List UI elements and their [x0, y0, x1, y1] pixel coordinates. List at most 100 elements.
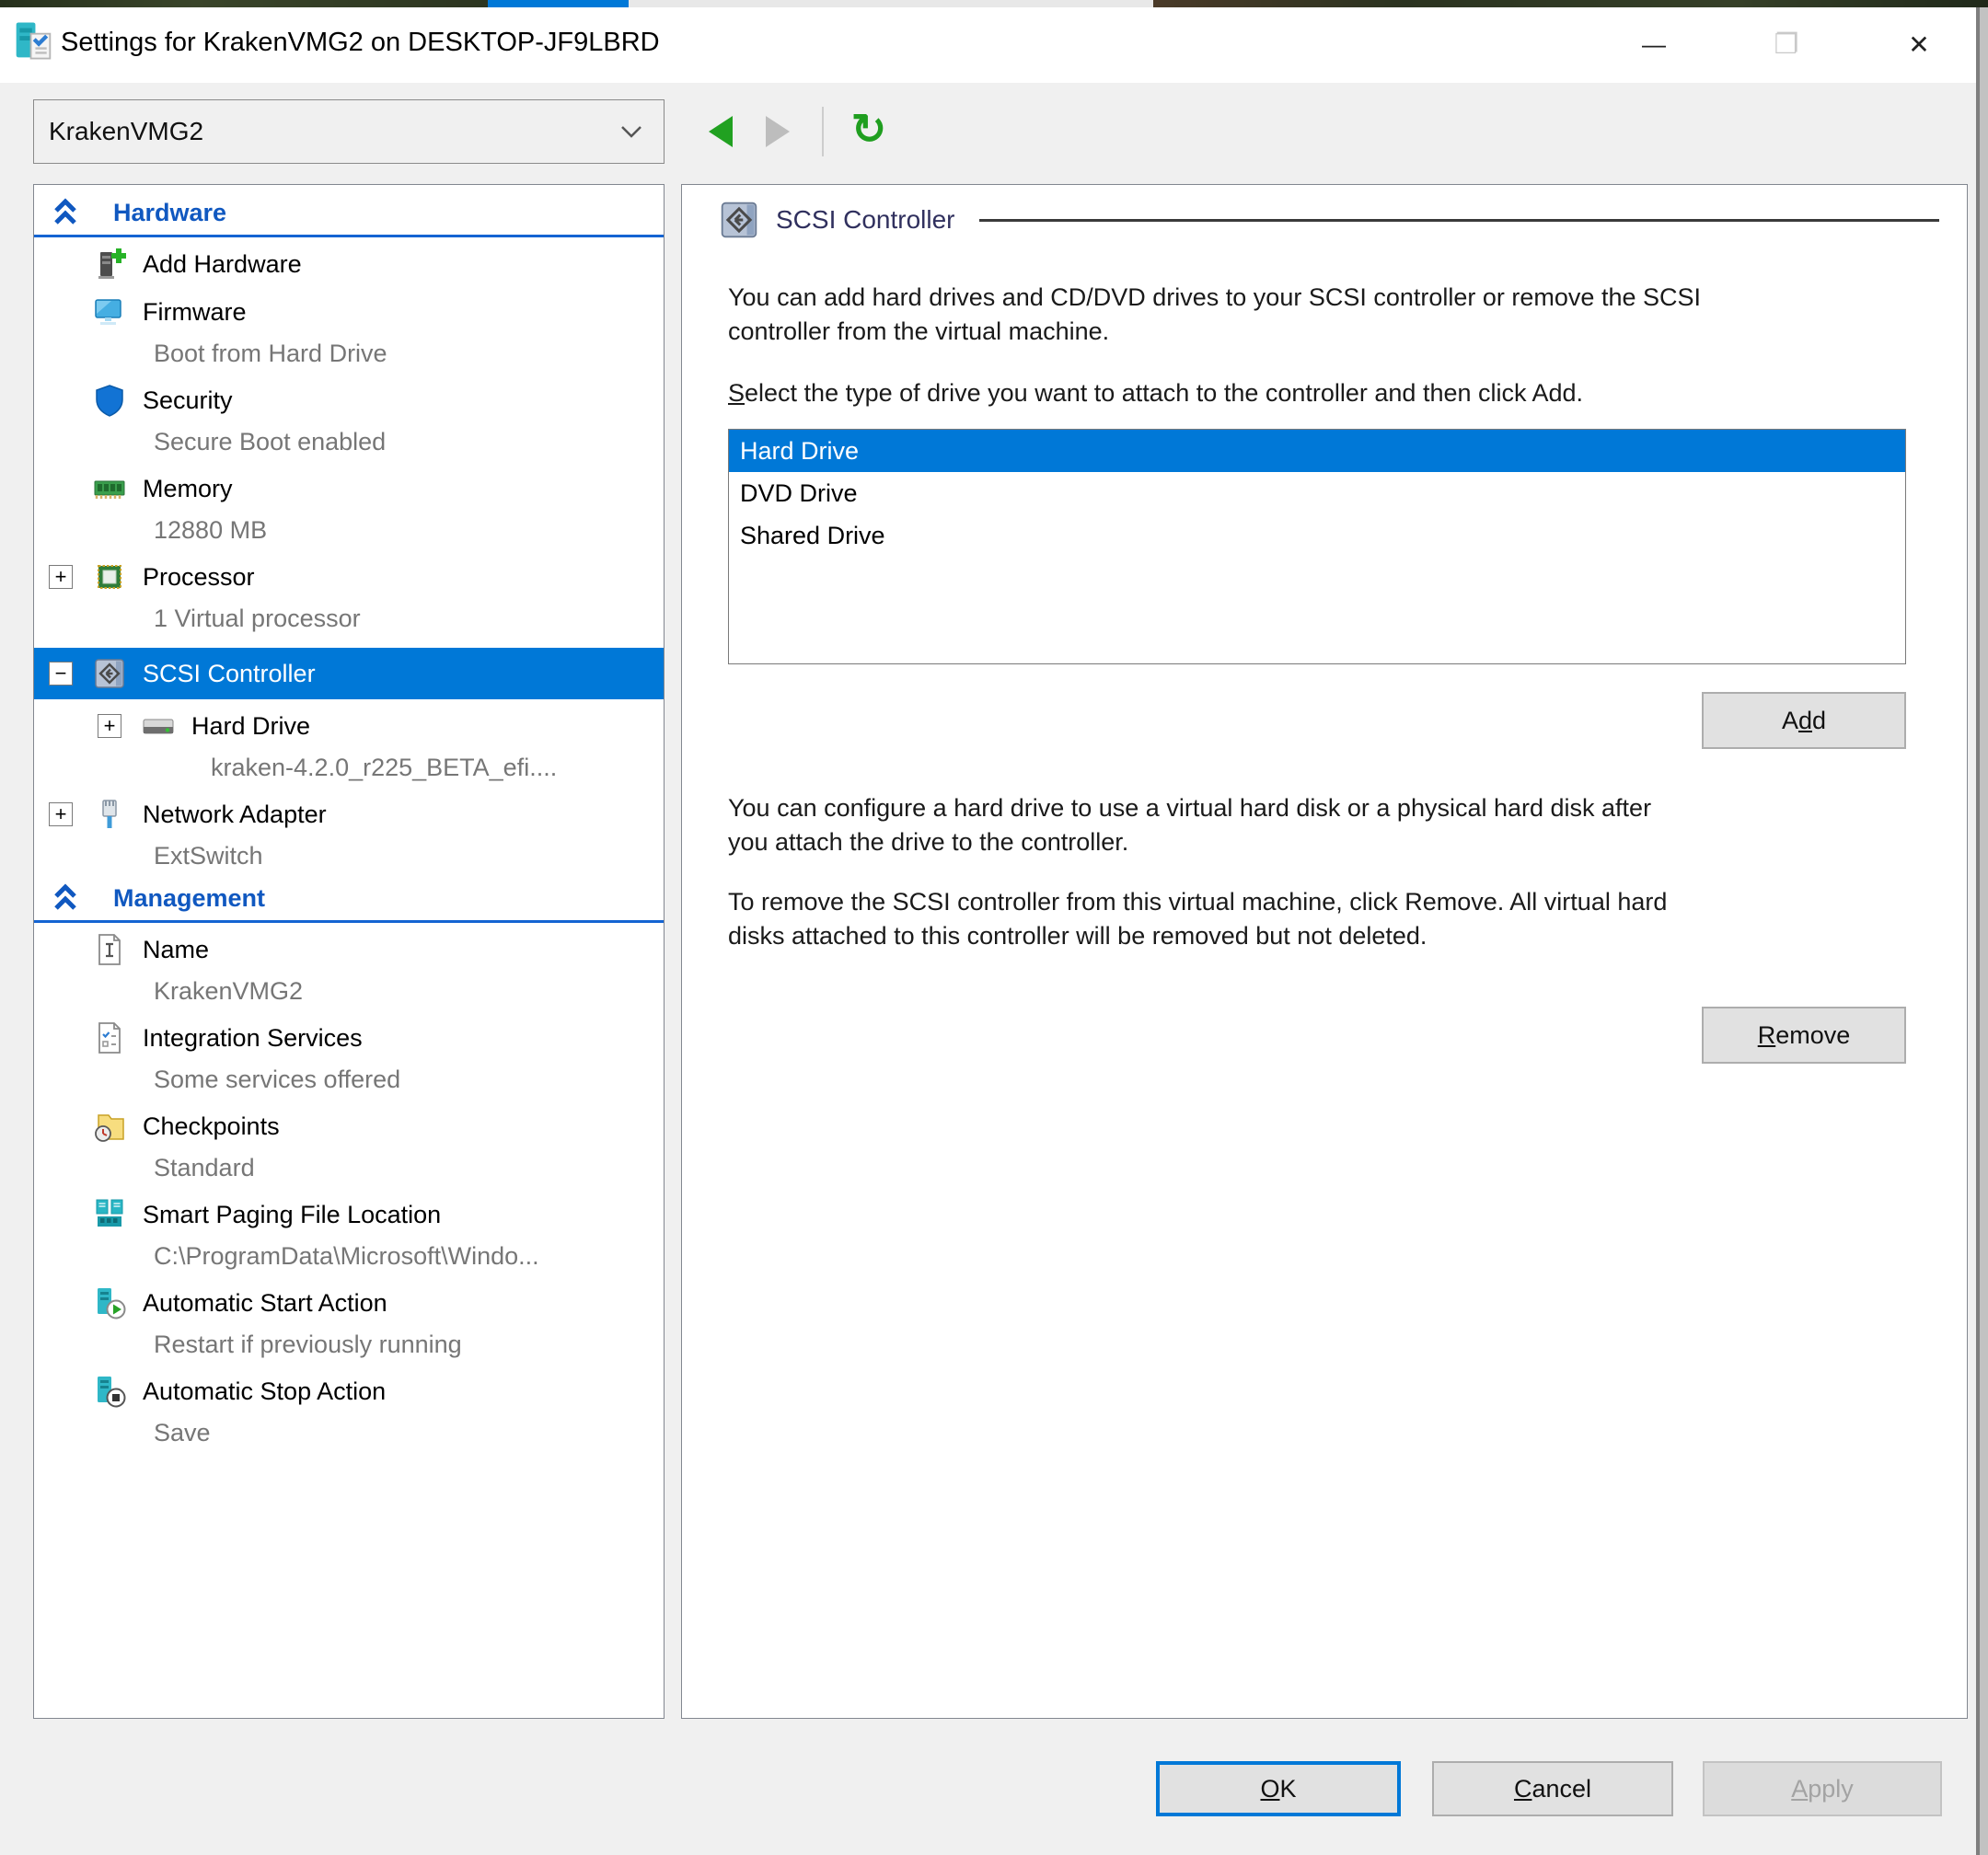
- sidebar-item-network-adapter[interactable]: +Network Adapter: [34, 793, 664, 835]
- expand-plus-icon[interactable]: +: [49, 565, 73, 589]
- header-rule: [979, 219, 1939, 222]
- item-subtitle: KrakenVMG2: [34, 971, 664, 1011]
- item-label: Memory: [143, 475, 233, 503]
- item-label: Security: [143, 386, 233, 415]
- sidebar-item-scsi-controller[interactable]: − SCSI Controller: [34, 648, 664, 699]
- item-subtitle: C:\ProgramData\Microsoft\Windo...: [34, 1236, 664, 1276]
- sidebar-item-checkpoints[interactable]: Checkpoints: [34, 1105, 664, 1147]
- ok-button[interactable]: OK: [1156, 1761, 1401, 1816]
- item-label: Firmware: [143, 298, 247, 327]
- drive-type-listbox[interactable]: Hard DriveDVD DriveShared Drive: [728, 429, 1906, 664]
- scsi-controller-pane: SCSI Controller You can add hard drives …: [681, 184, 1968, 1719]
- firmware-icon: [93, 295, 126, 328]
- item-label: Integration Services: [143, 1024, 363, 1053]
- sidebar-item-smart-paging-file-location[interactable]: Smart Paging File Location: [34, 1193, 664, 1236]
- drive-option-shared-drive[interactable]: Shared Drive: [729, 514, 1905, 557]
- scsi-controller-icon: [719, 200, 759, 240]
- item-label: SCSI Controller: [143, 660, 316, 688]
- item-subtitle: Restart if previously running: [34, 1324, 664, 1365]
- expand-plus-icon[interactable]: +: [98, 714, 121, 738]
- sidebar-item-automatic-stop-action[interactable]: Automatic Stop Action: [34, 1370, 664, 1412]
- expander-spacer: [49, 1291, 73, 1315]
- refresh-icon: ↻: [851, 104, 887, 154]
- drive-option-hard-drive[interactable]: Hard Drive: [729, 430, 1905, 472]
- sidebar-item-name[interactable]: Name: [34, 928, 664, 971]
- title-bar: Settings for KrakenVMG2 on DESKTOP-JF9LB…: [0, 7, 1976, 83]
- item-subtitle: 1 Virtual processor: [34, 598, 664, 639]
- item-subtitle: ExtSwitch: [34, 835, 664, 876]
- cancel-button[interactable]: Cancel: [1432, 1761, 1673, 1816]
- memory-icon: [93, 472, 126, 505]
- toolbar-separator: [822, 107, 824, 156]
- intro-text: You can add hard drives and CD/DVD drive…: [728, 281, 1906, 349]
- auto-stop-icon: [93, 1375, 126, 1408]
- section-label: Hardware: [113, 199, 226, 227]
- sidebar-item-security[interactable]: Security: [34, 379, 664, 421]
- expander-spacer: [49, 1379, 73, 1403]
- item-subtitle: Secure Boot enabled: [34, 421, 664, 462]
- item-label: Add Hardware: [143, 250, 302, 279]
- expand-plus-icon[interactable]: +: [49, 802, 73, 826]
- apply-button[interactable]: Apply: [1703, 1761, 1942, 1816]
- collapse-minus-icon[interactable]: −: [49, 662, 73, 686]
- maximize-button[interactable]: ❐: [1754, 20, 1819, 68]
- pane-title: SCSI Controller: [776, 205, 955, 235]
- sidebar-item-automatic-start-action[interactable]: Automatic Start Action: [34, 1282, 664, 1324]
- refresh-button[interactable]: ↻: [843, 101, 895, 156]
- close-button[interactable]: ✕: [1887, 20, 1951, 68]
- section-label: Management: [113, 884, 265, 913]
- section-underline: [34, 235, 664, 237]
- item-subtitle: 12880 MB: [34, 510, 664, 550]
- item-label: Checkpoints: [143, 1112, 280, 1141]
- item-subtitle: Some services offered: [34, 1059, 664, 1100]
- item-label: Processor: [143, 563, 255, 592]
- sidebar-item-hard-drive[interactable]: + Hard Drive: [34, 705, 664, 747]
- sidebar-item-processor[interactable]: + Processor: [34, 556, 664, 598]
- item-label: Automatic Stop Action: [143, 1377, 386, 1406]
- drive-option-dvd-drive[interactable]: DVD Drive: [729, 472, 1905, 514]
- auto-start-icon: [93, 1286, 126, 1319]
- minimize-button[interactable]: —: [1622, 20, 1686, 68]
- collapse-chevrons-icon: [49, 881, 82, 915]
- forward-arrow-icon: [766, 116, 790, 147]
- pane-header: SCSI Controller: [719, 200, 1939, 240]
- expander-spacer: [49, 300, 73, 324]
- settings-tree-panel: Hardware Add Hardware Firmware Boot from Ha…: [33, 184, 665, 1719]
- item-subtitle: Boot from Hard Drive: [34, 333, 664, 374]
- select-drive-instruction: Select the type of drive you want to att…: [728, 376, 1906, 410]
- expander-spacer: [49, 388, 73, 412]
- security-icon: [93, 384, 126, 417]
- smart-paging-icon: [93, 1198, 126, 1231]
- expander-spacer: [49, 1114, 73, 1138]
- item-label: Hard Drive: [191, 712, 310, 741]
- section-underline: [34, 920, 664, 923]
- expander-spacer: [49, 1026, 73, 1050]
- remove-note: To remove the SCSI controller from this …: [728, 885, 1906, 953]
- navigate-back-button[interactable]: [709, 110, 746, 153]
- sidebar-item-integration-services[interactable]: Integration Services: [34, 1017, 664, 1059]
- sidebar-item-firmware[interactable]: Firmware: [34, 291, 664, 333]
- item-label: Automatic Start Action: [143, 1289, 387, 1318]
- desktop-background-strip: [0, 0, 1988, 7]
- expander-spacer: [49, 938, 73, 962]
- sidebar-item-add-hardware[interactable]: Add Hardware: [34, 243, 664, 285]
- hard-drive-icon: [142, 709, 175, 743]
- add-button[interactable]: Add: [1702, 692, 1906, 749]
- window-title: Settings for KrakenVMG2 on DESKTOP-JF9LB…: [61, 28, 660, 58]
- remove-button[interactable]: Remove: [1702, 1007, 1906, 1064]
- vm-selector-dropdown[interactable]: KrakenVMG2: [33, 99, 665, 164]
- item-label: Name: [143, 936, 209, 964]
- vm-selector-value: KrakenVMG2: [49, 117, 619, 146]
- settings-tree: Hardware Add Hardware Firmware Boot from Ha…: [34, 185, 664, 1453]
- expander-spacer: [49, 1203, 73, 1227]
- settings-window: Settings for KrakenVMG2 on DESKTOP-JF9LB…: [0, 0, 1988, 1855]
- section-header-management[interactable]: Management: [34, 876, 664, 920]
- chevron-down-icon: [619, 124, 643, 139]
- item-subtitle: Standard: [34, 1147, 664, 1188]
- background-window-edge: [1976, 7, 1988, 1855]
- navigate-forward-button[interactable]: [766, 110, 803, 153]
- item-label: Smart Paging File Location: [143, 1201, 441, 1229]
- section-header-hardware[interactable]: Hardware: [34, 190, 664, 235]
- integration-services-icon: [93, 1021, 126, 1054]
- sidebar-item-memory[interactable]: Memory: [34, 467, 664, 510]
